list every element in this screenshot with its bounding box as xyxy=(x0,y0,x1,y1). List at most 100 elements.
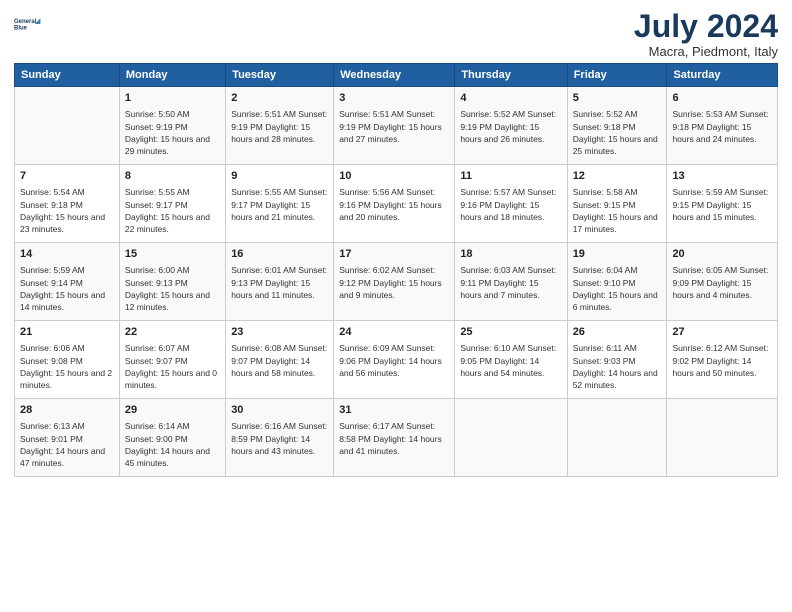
calendar-cell: 26Sunrise: 6:11 AM Sunset: 9:03 PM Dayli… xyxy=(567,321,667,399)
calendar-cell: 18Sunrise: 6:03 AM Sunset: 9:11 PM Dayli… xyxy=(455,243,567,321)
day-info: Sunrise: 6:02 AM Sunset: 9:12 PM Dayligh… xyxy=(339,264,449,301)
day-info: Sunrise: 5:51 AM Sunset: 9:19 PM Dayligh… xyxy=(231,108,328,145)
day-info: Sunrise: 6:17 AM Sunset: 8:58 PM Dayligh… xyxy=(339,420,449,457)
day-number: 6 xyxy=(672,91,772,106)
day-of-week-header: Monday xyxy=(119,64,225,87)
day-number: 11 xyxy=(460,169,561,184)
day-number: 21 xyxy=(20,325,114,340)
calendar-week-row: 28Sunrise: 6:13 AM Sunset: 9:01 PM Dayli… xyxy=(15,399,778,477)
calendar-week-row: 21 Sunrise: 6:06 AM Sunset: 9:08 PM Dayli… xyxy=(15,321,778,399)
calendar-cell xyxy=(667,399,778,477)
header: GeneralBlue July 2024 Macra, Piedmont, I… xyxy=(14,10,778,59)
calendar-cell: 25 Sunrise: 6:10 AM Sunset: 9:05 PM Dayli… xyxy=(455,321,567,399)
calendar-cell: 9 Sunrise: 5:55 AM Sunset: 9:17 PM Daylig… xyxy=(226,165,334,243)
day-info: Sunrise: 6:00 AM Sunset: 9:13 PM Dayligh… xyxy=(125,264,220,313)
calendar-cell: 15Sunrise: 6:00 AM Sunset: 9:13 PM Dayli… xyxy=(119,243,225,321)
day-number: 14 xyxy=(20,247,114,262)
calendar-cell: 16Sunrise: 6:01 AM Sunset: 9:13 PM Dayli… xyxy=(226,243,334,321)
calendar-cell: 11 Sunrise: 5:57 AM Sunset: 9:16 PM Dayli… xyxy=(455,165,567,243)
calendar-cell: 27 Sunrise: 6:12 AM Sunset: 9:02 PM Dayli… xyxy=(667,321,778,399)
day-info: Sunrise: 5:51 AM Sunset: 9:19 PM Dayligh… xyxy=(339,108,449,145)
day-info: Sunrise: 6:09 AM Sunset: 9:06 PM Dayligh… xyxy=(339,342,449,379)
calendar-cell: 22 Sunrise: 6:07 AM Sunset: 9:07 PM Dayli… xyxy=(119,321,225,399)
day-number: 1 xyxy=(125,91,220,106)
day-number: 10 xyxy=(339,169,449,184)
day-info: Sunrise: 5:50 AM Sunset: 9:19 PM Dayligh… xyxy=(125,108,220,157)
calendar-container: GeneralBlue July 2024 Macra, Piedmont, I… xyxy=(0,0,792,487)
calendar-cell: 4Sunrise: 5:52 AM Sunset: 9:19 PM Daylig… xyxy=(455,87,567,165)
calendar-cell: 19Sunrise: 6:04 AM Sunset: 9:10 PM Dayli… xyxy=(567,243,667,321)
calendar-cell: 2 Sunrise: 5:51 AM Sunset: 9:19 PM Daylig… xyxy=(226,87,334,165)
day-number: 12 xyxy=(573,169,662,184)
calendar-cell xyxy=(567,399,667,477)
location: Macra, Piedmont, Italy xyxy=(634,44,778,59)
day-number: 13 xyxy=(672,169,772,184)
day-of-week-header: Thursday xyxy=(455,64,567,87)
logo: GeneralBlue xyxy=(14,10,42,38)
day-info: Sunrise: 6:13 AM Sunset: 9:01 PM Dayligh… xyxy=(20,420,114,469)
day-info: Sunrise: 6:03 AM Sunset: 9:11 PM Dayligh… xyxy=(460,264,561,301)
day-number: 9 xyxy=(231,169,328,184)
calendar-cell xyxy=(15,87,120,165)
calendar-week-row: 1 Sunrise: 5:50 AM Sunset: 9:19 PM Daylig… xyxy=(15,87,778,165)
day-info: Sunrise: 6:11 AM Sunset: 9:03 PM Dayligh… xyxy=(573,342,662,391)
day-number: 24 xyxy=(339,325,449,340)
day-info: Sunrise: 6:04 AM Sunset: 9:10 PM Dayligh… xyxy=(573,264,662,313)
day-number: 30 xyxy=(231,403,328,418)
day-info: Sunrise: 5:56 AM Sunset: 9:16 PM Dayligh… xyxy=(339,186,449,223)
calendar-cell xyxy=(455,399,567,477)
calendar-cell: 21 Sunrise: 6:06 AM Sunset: 9:08 PM Dayli… xyxy=(15,321,120,399)
svg-text:Blue: Blue xyxy=(14,26,28,32)
day-info: Sunrise: 5:52 AM Sunset: 9:19 PM Dayligh… xyxy=(460,108,561,145)
calendar-cell: 5Sunrise: 5:52 AM Sunset: 9:18 PM Daylig… xyxy=(567,87,667,165)
day-number: 16 xyxy=(231,247,328,262)
calendar-cell: 31 Sunrise: 6:17 AM Sunset: 8:58 PM Dayli… xyxy=(334,399,455,477)
day-info: Sunrise: 6:08 AM Sunset: 9:07 PM Dayligh… xyxy=(231,342,328,379)
calendar-cell: 24 Sunrise: 6:09 AM Sunset: 9:06 PM Dayli… xyxy=(334,321,455,399)
logo-icon: GeneralBlue xyxy=(14,10,42,38)
day-info: Sunrise: 5:54 AM Sunset: 9:18 PM Dayligh… xyxy=(20,186,114,235)
calendar-cell: 23 Sunrise: 6:08 AM Sunset: 9:07 PM Dayli… xyxy=(226,321,334,399)
calendar-cell: 20 Sunrise: 6:05 AM Sunset: 9:09 PM Dayli… xyxy=(667,243,778,321)
title-block: July 2024 Macra, Piedmont, Italy xyxy=(634,10,778,59)
calendar-cell: 17Sunrise: 6:02 AM Sunset: 9:12 PM Dayli… xyxy=(334,243,455,321)
day-info: Sunrise: 5:55 AM Sunset: 9:17 PM Dayligh… xyxy=(231,186,328,223)
calendar-cell: 3 Sunrise: 5:51 AM Sunset: 9:19 PM Daylig… xyxy=(334,87,455,165)
calendar-table: SundayMondayTuesdayWednesdayThursdayFrid… xyxy=(14,63,778,477)
day-info: Sunrise: 6:14 AM Sunset: 9:00 PM Dayligh… xyxy=(125,420,220,469)
day-number: 23 xyxy=(231,325,328,340)
day-info: Sunrise: 5:59 AM Sunset: 9:15 PM Dayligh… xyxy=(672,186,772,223)
day-info: Sunrise: 6:10 AM Sunset: 9:05 PM Dayligh… xyxy=(460,342,561,379)
day-info: Sunrise: 6:06 AM Sunset: 9:08 PM Dayligh… xyxy=(20,342,114,391)
header-row: SundayMondayTuesdayWednesdayThursdayFrid… xyxy=(15,64,778,87)
day-info: Sunrise: 5:55 AM Sunset: 9:17 PM Dayligh… xyxy=(125,186,220,235)
calendar-cell: 13 Sunrise: 5:59 AM Sunset: 9:15 PM Dayli… xyxy=(667,165,778,243)
day-of-week-header: Tuesday xyxy=(226,64,334,87)
day-number: 20 xyxy=(672,247,772,262)
day-of-week-header: Wednesday xyxy=(334,64,455,87)
day-number: 25 xyxy=(460,325,561,340)
day-number: 22 xyxy=(125,325,220,340)
day-number: 2 xyxy=(231,91,328,106)
calendar-cell: 12 Sunrise: 5:58 AM Sunset: 9:15 PM Dayli… xyxy=(567,165,667,243)
day-number: 7 xyxy=(20,169,114,184)
day-info: Sunrise: 6:12 AM Sunset: 9:02 PM Dayligh… xyxy=(672,342,772,379)
day-info: Sunrise: 5:58 AM Sunset: 9:15 PM Dayligh… xyxy=(573,186,662,235)
calendar-cell: 6Sunrise: 5:53 AM Sunset: 9:18 PM Daylig… xyxy=(667,87,778,165)
day-of-week-header: Friday xyxy=(567,64,667,87)
day-number: 3 xyxy=(339,91,449,106)
day-number: 31 xyxy=(339,403,449,418)
day-number: 5 xyxy=(573,91,662,106)
day-info: Sunrise: 6:05 AM Sunset: 9:09 PM Dayligh… xyxy=(672,264,772,301)
calendar-week-row: 7 Sunrise: 5:54 AM Sunset: 9:18 PM Daylig… xyxy=(15,165,778,243)
day-number: 27 xyxy=(672,325,772,340)
day-info: Sunrise: 6:07 AM Sunset: 9:07 PM Dayligh… xyxy=(125,342,220,391)
day-number: 8 xyxy=(125,169,220,184)
calendar-cell: 28Sunrise: 6:13 AM Sunset: 9:01 PM Dayli… xyxy=(15,399,120,477)
day-info: Sunrise: 5:59 AM Sunset: 9:14 PM Dayligh… xyxy=(20,264,114,313)
svg-text:General: General xyxy=(14,19,37,25)
calendar-cell: 14 Sunrise: 5:59 AM Sunset: 9:14 PM Dayli… xyxy=(15,243,120,321)
month-title: July 2024 xyxy=(634,10,778,42)
day-info: Sunrise: 6:16 AM Sunset: 8:59 PM Dayligh… xyxy=(231,420,328,457)
day-info: Sunrise: 5:57 AM Sunset: 9:16 PM Dayligh… xyxy=(460,186,561,223)
